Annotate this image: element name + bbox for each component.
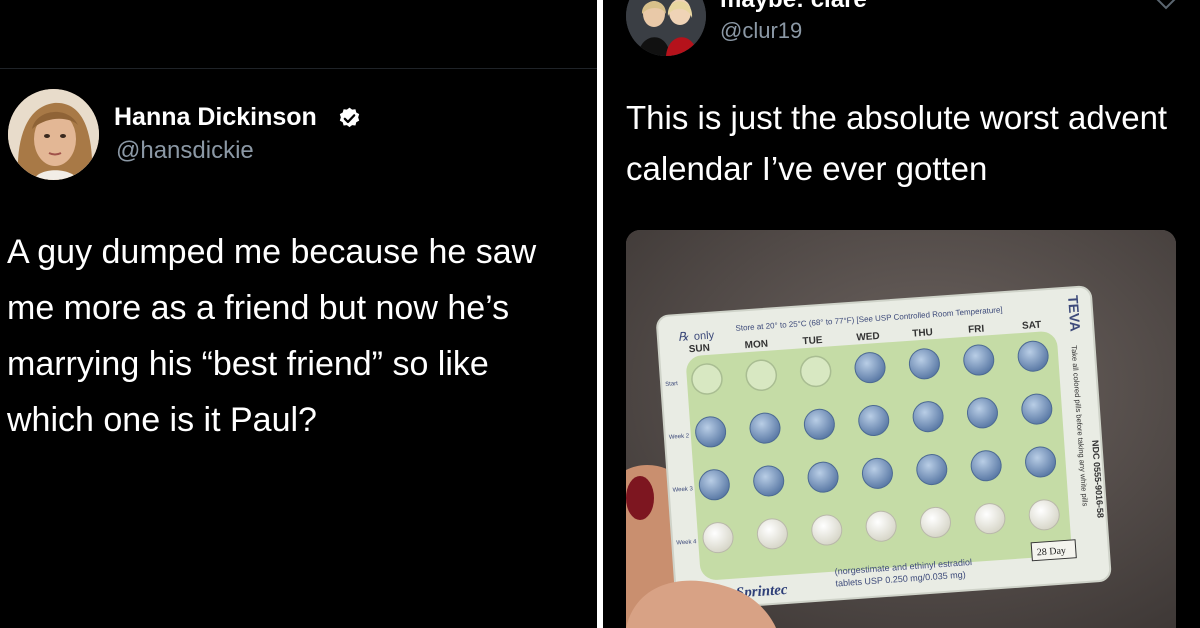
tweet-text: This is just the absolute worst advent c… xyxy=(626,92,1196,194)
day-label: FRI xyxy=(968,324,985,336)
tweet-text: A guy dumped me because he saw me more a… xyxy=(7,224,597,448)
day-label: WED xyxy=(856,331,880,344)
tweet-photo[interactable]: ℞ only Store at 20° to 25°C (68° to 77°F… xyxy=(626,230,1176,628)
author-name[interactable]: maybe: clare xyxy=(720,0,867,14)
tweet-line: me more as a friend but now he’s xyxy=(7,289,510,327)
rx-label: only xyxy=(694,329,715,342)
svg-text:℞: ℞ xyxy=(677,329,689,344)
tweet-line: which one is it Paul? xyxy=(7,401,317,439)
pill-pack-photo: ℞ only Store at 20° to 25°C (68° to 77°F… xyxy=(626,230,1176,628)
chevron-down-icon[interactable] xyxy=(1153,0,1179,14)
author-avatar[interactable] xyxy=(8,89,99,180)
avatar-photo xyxy=(8,89,99,180)
author-handle[interactable]: @clur19 xyxy=(720,18,802,44)
tweet-line: A guy dumped me because he saw xyxy=(7,233,537,271)
day-label: SAT xyxy=(1022,320,1042,332)
divider-line xyxy=(0,68,597,69)
fingernail xyxy=(626,476,654,520)
avatar-photo xyxy=(626,0,706,56)
day-label: THU xyxy=(912,327,933,339)
day-count: 28 Day xyxy=(1036,545,1066,558)
tweet-line: This is just the absolute worst advent xyxy=(626,99,1168,136)
right-tweet-panel: maybe: clare @clur19 This is just the ab… xyxy=(603,0,1200,628)
author-avatar[interactable] xyxy=(626,0,706,56)
day-label: SUN xyxy=(688,343,710,355)
author-handle[interactable]: @hansdickie xyxy=(116,137,254,165)
week-label: Start xyxy=(665,381,678,388)
tweet-line: calendar I’ve ever gotten xyxy=(626,150,988,187)
author-name[interactable]: Hanna Dickinson xyxy=(114,103,317,132)
day-label: TUE xyxy=(802,335,823,347)
side-brand: TEVA xyxy=(1065,295,1083,332)
pill-card: ℞ only Store at 20° to 25°C (68° to 77°F… xyxy=(656,285,1112,611)
day-label: MON xyxy=(744,339,768,352)
tweet-line: marrying his “best friend” so like xyxy=(7,345,489,383)
left-tweet-panel: Hanna Dickinson @hansdickie A guy dumped… xyxy=(0,0,597,628)
verified-badge-icon xyxy=(339,107,360,128)
